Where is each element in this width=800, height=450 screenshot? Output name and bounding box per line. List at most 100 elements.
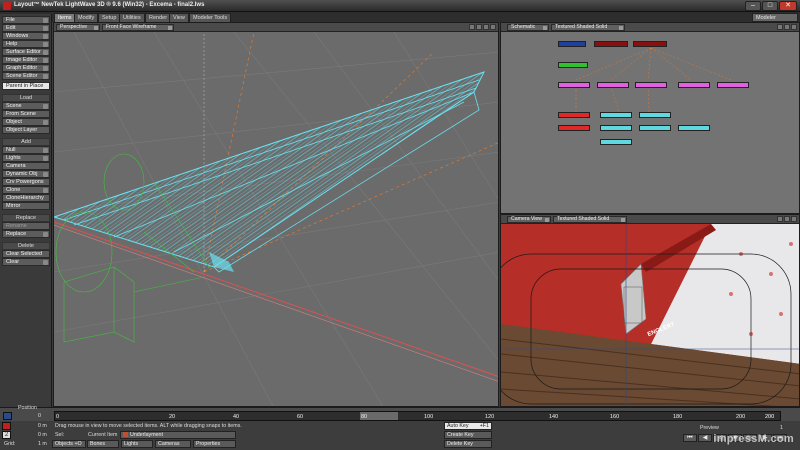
move-view-icon[interactable]: [777, 24, 783, 30]
tab-view[interactable]: View: [169, 13, 189, 22]
camera-render: [501, 224, 799, 406]
maximize-button[interactable]: □: [762, 1, 778, 11]
timeline-track[interactable]: [54, 411, 781, 421]
schematic-node-cyan-4[interactable]: [639, 125, 671, 131]
clear-selected-button[interactable]: Clear Selected: [2, 250, 50, 258]
schematic-node-red-1[interactable]: [558, 112, 590, 118]
schematic-node-bone[interactable]: [558, 62, 588, 68]
grid-label: Grid:: [4, 441, 16, 447]
dropdown-arrow-icon: [43, 66, 48, 71]
schematic-node-cyan-5[interactable]: [678, 125, 710, 131]
rename-button[interactable]: Rename: [2, 222, 50, 230]
maximize-view-icon[interactable]: [791, 216, 797, 222]
tab-render[interactable]: Render: [145, 13, 172, 22]
schematic-viewport[interactable]: Schematic Textured Shaded Solid: [500, 22, 800, 214]
camera-mode-select[interactable]: Textured Shaded Solid: [553, 216, 627, 223]
timeline[interactable]: Position 0 0 20 40 60 80 100 120 140 160…: [0, 405, 800, 421]
schematic-node-object-2[interactable]: [597, 82, 629, 88]
add-lights-button[interactable]: Lights: [2, 154, 50, 162]
close-button[interactable]: ✕: [779, 1, 797, 11]
schematic-node-light[interactable]: [594, 41, 628, 47]
add-clone-button[interactable]: Clone: [2, 186, 50, 194]
delete-key-button[interactable]: Delete Key: [444, 440, 492, 448]
maximize-view-icon[interactable]: [791, 24, 797, 30]
move-view-icon[interactable]: [777, 216, 783, 222]
timeline-tick-140: 140: [549, 414, 559, 420]
lights-button[interactable]: Lights: [121, 440, 153, 448]
menu-help[interactable]: Help: [2, 40, 50, 48]
x-axis-marker[interactable]: [2, 422, 11, 430]
graph-editor-button[interactable]: Graph Editor: [2, 64, 50, 72]
timeline-left-marker[interactable]: [3, 412, 12, 420]
zoom-view-icon[interactable]: [784, 24, 790, 30]
properties-button[interactable]: Properties: [193, 440, 236, 448]
dropdown-arrow-icon: [43, 42, 48, 47]
go-to-start-button[interactable]: ⏮: [683, 434, 697, 442]
tab-utilities[interactable]: Utilities: [119, 13, 145, 22]
dropdown-arrow-icon: [43, 26, 48, 31]
add-mirror-button[interactable]: Mirror: [2, 202, 50, 210]
replace-button[interactable]: Replace: [2, 230, 50, 238]
add-clone-hierarchy-button[interactable]: CloneHierarchy: [2, 194, 50, 202]
camera-view-select[interactable]: Camera View: [507, 216, 551, 223]
cameras-button[interactable]: Cameras: [155, 440, 191, 448]
perspective-mode-select[interactable]: Front Face Wireframe: [102, 24, 174, 31]
rotate-view-icon[interactable]: [476, 24, 482, 30]
schematic-mode-select[interactable]: Textured Shaded Solid: [551, 24, 625, 31]
schematic-node-camera[interactable]: [558, 41, 586, 47]
auto-key-toggle[interactable]: Auto Key +F1: [444, 422, 492, 430]
bones-button[interactable]: Bones: [87, 440, 119, 448]
move-view-icon[interactable]: [469, 24, 475, 30]
add-null-button[interactable]: Null: [2, 146, 50, 154]
schematic-node-cyan-6[interactable]: [600, 139, 632, 145]
tab-bar: Items Modify Setup Utilities Render View…: [0, 12, 800, 22]
tab-modeler-tools[interactable]: Modeler Tools: [189, 13, 232, 22]
watermark: impressM.com: [713, 433, 794, 445]
load-scene-button[interactable]: Scene: [2, 102, 50, 110]
object-icon: [123, 432, 128, 438]
perspective-viewport[interactable]: Perspective Front Face Wireframe: [53, 22, 499, 407]
schematic-node-object-5[interactable]: [717, 82, 749, 88]
surface-editor-button[interactable]: Surface Editor: [2, 48, 50, 56]
menu-edit[interactable]: Edit: [2, 24, 50, 32]
perspective-view-select[interactable]: Perspective: [56, 24, 100, 31]
maximize-view-icon[interactable]: [490, 24, 496, 30]
zoom-view-icon[interactable]: [784, 216, 790, 222]
schematic-node-object-4[interactable]: [678, 82, 710, 88]
objects-button[interactable]: Objects +O: [52, 440, 86, 448]
tab-modify[interactable]: Modify: [74, 13, 99, 22]
step-back-button[interactable]: ◀: [698, 434, 712, 442]
add-camera-button[interactable]: Camera: [2, 162, 50, 170]
schematic-node-red-2[interactable]: [558, 125, 590, 131]
add-dynamic-obj-button[interactable]: Dynamic Obj: [2, 170, 50, 178]
schematic-node-cyan-3[interactable]: [600, 125, 632, 131]
tab-items[interactable]: Items: [54, 13, 76, 22]
add-crv-powergons-button[interactable]: Crv Powergons: [2, 178, 50, 186]
clear-button[interactable]: Clear: [2, 258, 50, 266]
graph-editor-label: Graph Editor: [6, 65, 38, 71]
zoom-view-icon[interactable]: [483, 24, 489, 30]
schematic-node-cyan-1[interactable]: [600, 112, 632, 118]
minimize-button[interactable]: –: [745, 1, 761, 11]
objects-label: Objects: [55, 441, 73, 447]
menu-file[interactable]: File: [2, 16, 50, 24]
schematic-node-object-1[interactable]: [558, 82, 590, 88]
create-key-button[interactable]: Create Key: [444, 431, 492, 439]
load-object-layer-button[interactable]: Object Layer: [2, 126, 50, 134]
schematic-node-object-3[interactable]: [635, 82, 667, 88]
schematic-node-light-2[interactable]: [633, 41, 667, 47]
image-editor-button[interactable]: Image Editor: [2, 56, 50, 64]
scene-editor-button[interactable]: Scene Editor: [2, 72, 50, 80]
modeler-dropdown[interactable]: Modeler: [752, 13, 798, 22]
load-object-button[interactable]: Object: [2, 118, 50, 126]
schematic-node-cyan-2[interactable]: [639, 112, 671, 118]
camera-viewport[interactable]: Camera View Textured Shaded Solid ENGLER…: [500, 214, 800, 407]
load-from-scene-button[interactable]: From Scene: [2, 110, 50, 118]
tab-setup[interactable]: Setup: [98, 13, 121, 22]
frame-field[interactable]: 2: [2, 431, 11, 439]
schematic-view-select[interactable]: Schematic: [507, 24, 549, 31]
dropdown-arrow-icon: [43, 50, 48, 55]
parent-in-place-toggle[interactable]: Parent in Place: [2, 82, 50, 90]
current-item-select[interactable]: Underlayment: [120, 431, 236, 439]
menu-windows[interactable]: Windows: [2, 32, 50, 40]
